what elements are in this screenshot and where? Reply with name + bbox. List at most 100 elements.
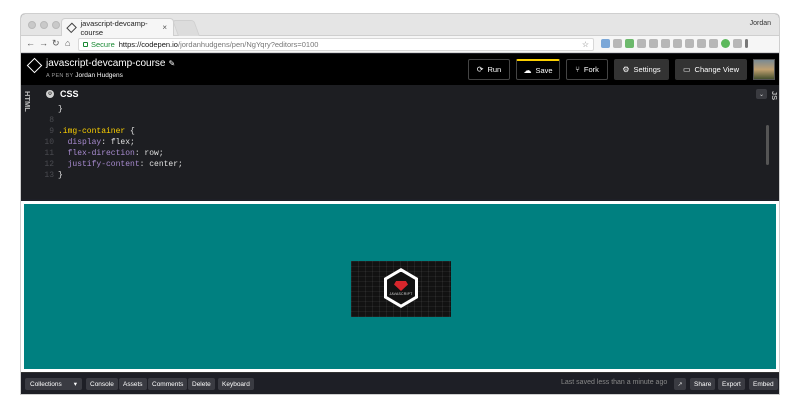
pen-title-text: javascript-devcamp-course: [46, 58, 166, 69]
codepen-footer: Collections ▾ Console Assets Comments Del…: [21, 372, 779, 394]
code-token: display: [58, 138, 102, 147]
external-link-icon[interactable]: ↗: [674, 378, 686, 390]
code-line[interactable]: 13}: [38, 170, 770, 181]
edit-pencil-icon[interactable]: ✎: [169, 59, 176, 68]
layout-icon: ▭: [682, 65, 691, 74]
chevron-down-icon[interactable]: ⌄: [756, 89, 767, 99]
extension-icons: [601, 39, 748, 48]
save-button[interactable]: ☁ Save: [516, 59, 560, 80]
forward-arrow-icon[interactable]: →: [39, 38, 48, 48]
change-view-label: Change View: [694, 65, 740, 74]
share-button[interactable]: Share: [690, 378, 716, 390]
css-settings-icon[interactable]: ⚙: [46, 90, 54, 98]
line-number: 9: [49, 127, 54, 136]
run-icon: ⟳: [476, 65, 484, 74]
browser-window: javascript-devcamp-course × Jordan ← → ↻…: [21, 14, 779, 394]
url-host: https://codepen.io: [118, 40, 178, 49]
browser-user-name[interactable]: Jordan: [750, 20, 771, 27]
save-label: Save: [535, 65, 553, 75]
reload-icon[interactable]: ↻: [52, 38, 60, 49]
extension-icon[interactable]: [661, 39, 670, 48]
css-panel-header: ⚙ CSS ⌄: [38, 85, 770, 103]
code-line[interactable]: 9 .img-container {: [38, 126, 770, 137]
run-label: Run: [487, 65, 502, 74]
collections-dropdown[interactable]: Collections ▾: [25, 378, 82, 390]
code-token: : row;: [134, 149, 164, 158]
editor-area: HTML JS ⚙ CSS ⌄ } 8 9 .img-container {10 di…: [21, 85, 779, 199]
pen-title[interactable]: javascript-devcamp-course ✎: [46, 58, 175, 69]
tab-bar: javascript-devcamp-course × Jordan: [21, 14, 779, 37]
user-avatar[interactable]: [753, 59, 775, 80]
code-line[interactable]: }: [38, 104, 770, 115]
line-number: 13: [44, 171, 54, 180]
url-path: /jordanhudgens/pen/NgYqry?editors=0100: [177, 40, 319, 49]
minimize-window-dot[interactable]: [40, 21, 48, 29]
extension-icon[interactable]: [733, 39, 742, 48]
close-window-dot[interactable]: [28, 21, 36, 29]
extension-icon[interactable]: [697, 39, 706, 48]
address-bar: ← → ↻ ⌂ Secure https://codepen.io /jorda…: [21, 36, 779, 53]
code-line[interactable]: 8: [38, 115, 770, 126]
code-token: }: [58, 171, 63, 180]
code-line[interactable]: 11 flex-direction: row;: [38, 148, 770, 159]
preview-frame: JAVASCRIPT: [21, 201, 779, 372]
codepen-header: javascript-devcamp-course ✎ A PEN BY Jord…: [21, 54, 779, 85]
lock-icon: [83, 42, 88, 47]
pen-by-prefix: A PEN BY: [46, 73, 74, 79]
extension-icon[interactable]: [601, 39, 610, 48]
gear-icon: ⚙: [622, 65, 630, 74]
extension-icon[interactable]: [613, 39, 622, 48]
back-arrow-icon[interactable]: ←: [26, 38, 35, 48]
code-token: : flex;: [101, 138, 135, 147]
code-line[interactable]: 12 justify-content: center;: [38, 159, 770, 170]
line-number: 10: [44, 138, 54, 147]
course-image-text: JAVASCRIPT: [389, 292, 413, 296]
browser-tab[interactable]: javascript-devcamp-course ×: [61, 18, 174, 37]
html-panel-tab[interactable]: HTML: [23, 91, 32, 112]
css-code[interactable]: } 8 9 .img-container {10 display: flex; 11 f…: [38, 104, 770, 192]
url-field[interactable]: Secure https://codepen.io /jordanhudgens…: [78, 38, 594, 51]
run-button[interactable]: ⟳ Run: [468, 59, 510, 80]
editor-scrollbar[interactable]: [766, 125, 769, 165]
code-line[interactable]: 10 display: flex;: [38, 137, 770, 148]
codepen-logo-icon[interactable]: [26, 57, 43, 74]
settings-button[interactable]: ⚙ Settings: [614, 59, 669, 80]
extension-icon[interactable]: [637, 39, 646, 48]
keyboard-button[interactable]: Keyboard: [218, 378, 254, 390]
assets-button[interactable]: Assets: [119, 378, 147, 390]
zoom-window-dot[interactable]: [52, 21, 60, 29]
embed-button[interactable]: Embed: [749, 378, 778, 390]
home-icon[interactable]: ⌂: [65, 38, 70, 48]
code-token: flex-direction: [58, 149, 135, 158]
browser-menu-icon[interactable]: [745, 39, 748, 48]
extension-icon[interactable]: [673, 39, 682, 48]
extension-icon[interactable]: [709, 39, 718, 48]
fork-icon: ⑂: [575, 65, 580, 74]
export-button[interactable]: Export: [718, 378, 745, 390]
comments-button[interactable]: Comments: [148, 378, 188, 390]
preview-pane: JAVASCRIPT: [24, 204, 776, 369]
fork-label: Fork: [583, 65, 599, 74]
delete-button[interactable]: Delete: [188, 378, 215, 390]
collections-label: Collections: [30, 380, 62, 388]
tab-close-icon[interactable]: ×: [162, 23, 167, 32]
pen-author[interactable]: Jordan Hudgens: [75, 72, 123, 79]
bookmark-star-icon[interactable]: ☆: [582, 40, 589, 49]
extension-icon[interactable]: [649, 39, 658, 48]
extension-icon[interactable]: [625, 39, 634, 48]
change-view-button[interactable]: ▭ Change View: [675, 59, 747, 80]
code-token: .img-container: [58, 127, 126, 136]
line-number: [38, 104, 58, 115]
js-panel-tab[interactable]: JS: [770, 91, 779, 100]
extension-icon[interactable]: [721, 39, 730, 48]
console-button[interactable]: Console: [86, 378, 118, 390]
line-number: 12: [44, 160, 54, 169]
code-token: {: [125, 127, 135, 136]
new-tab-button[interactable]: [172, 20, 200, 36]
line-number: 8: [49, 116, 54, 125]
codepen-favicon-icon: [66, 22, 78, 33]
extension-icon[interactable]: [685, 39, 694, 48]
fork-button[interactable]: ⑂ Fork: [566, 59, 608, 80]
code-token: justify-content: [58, 160, 140, 169]
saved-status: Last saved less than a minute ago: [561, 379, 668, 386]
